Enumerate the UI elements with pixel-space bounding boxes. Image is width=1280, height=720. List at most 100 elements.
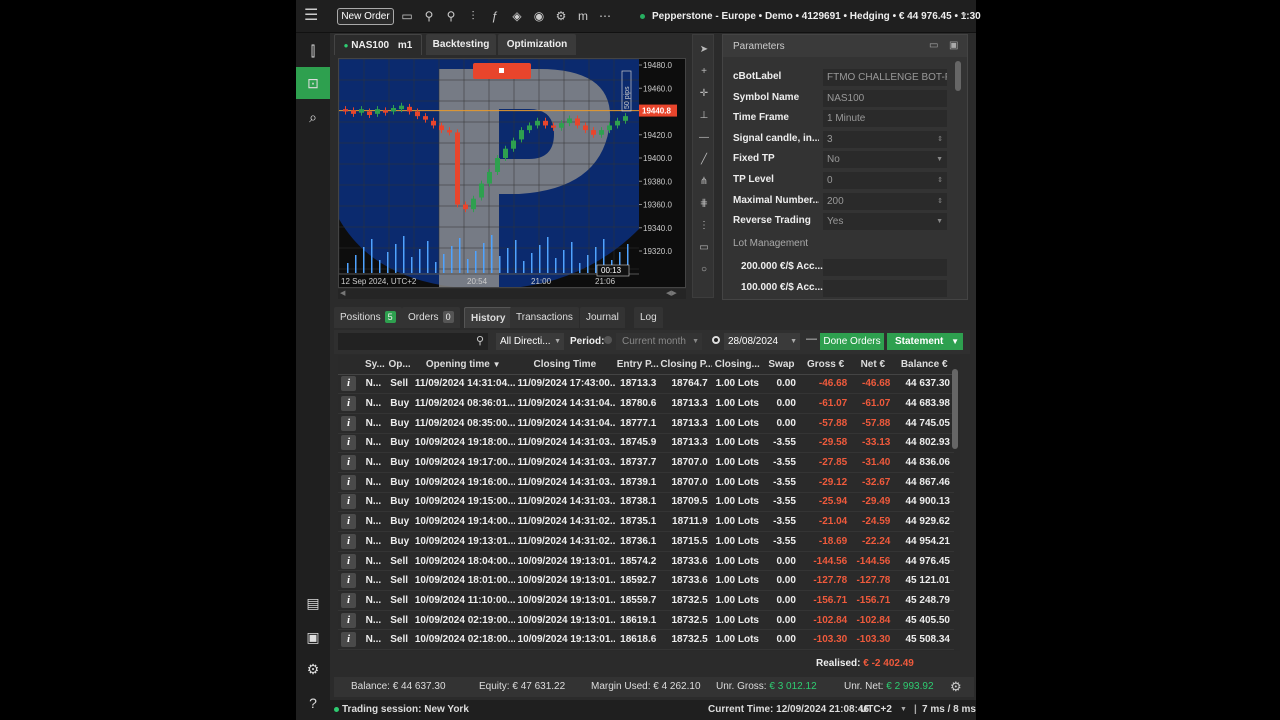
account-selector[interactable]: Pepperstone - Europe • Demo • 4129691 • … [652, 11, 981, 22]
info-icon[interactable]: i [341, 494, 356, 510]
column-header-balance[interactable]: Balance € [894, 355, 954, 375]
save-icon[interactable]: ▭ [929, 40, 938, 51]
table-scrollbar[interactable] [952, 369, 958, 449]
column-header-gross[interactable]: Gross € [799, 355, 852, 375]
statement-button[interactable]: Statement ▼ [887, 333, 963, 350]
direction-select[interactable]: All Directi... ▼ [496, 333, 564, 350]
info-icon[interactable]: i [341, 455, 356, 471]
table-row[interactable]: i N... Buy 10/09/2024 19:15:00... 11/09/2024… [338, 492, 954, 513]
column-header-symbol[interactable]: Sy... [362, 355, 388, 375]
params-scrollbar[interactable] [955, 61, 961, 91]
table-row[interactable]: i N... Buy 10/09/2024 19:14:00... 11/09/2024… [338, 511, 954, 532]
info-icon[interactable]: i [341, 632, 356, 648]
trend-line-icon[interactable]: ╱ [693, 151, 715, 169]
rectangle-icon[interactable]: ▭ [693, 239, 715, 257]
column-header-closing-time[interactable]: Closing Time [514, 355, 616, 375]
table-row[interactable]: i N... Buy 11/09/2024 08:36:01... 11/09/2024… [338, 393, 954, 414]
copy-icon[interactable]: ▤ [296, 587, 330, 619]
period-select[interactable]: Current month ▼ [616, 333, 702, 350]
chevron-down-icon[interactable]: ▼ [960, 11, 968, 20]
layers-icon[interactable]: ◈ [510, 9, 524, 23]
period-icon[interactable]: m [576, 9, 590, 23]
param-value-field[interactable]: 200 ⇕ [823, 192, 947, 210]
info-icon[interactable]: i [341, 573, 356, 589]
ellipse-icon[interactable]: ○ [693, 261, 715, 279]
info-icon[interactable]: i [341, 435, 356, 451]
chart-type-icon[interactable]: ⫶ [466, 9, 480, 23]
column-header-operation[interactable]: Op... [387, 355, 412, 375]
algo-robot-icon[interactable]: ⊡ [296, 67, 330, 99]
help-icon[interactable]: ? [296, 687, 330, 719]
info-icon[interactable]: i [341, 612, 356, 628]
search-input[interactable]: ⚲ [338, 333, 488, 350]
table-row[interactable]: i N... Buy 10/09/2024 19:17:00... 11/09/2024… [338, 452, 954, 473]
gear-icon[interactable]: ⚙ [950, 679, 962, 695]
param-value-field[interactable]: NAS100 [823, 89, 947, 107]
date-from-input[interactable]: 28/08/2024 ▼ [724, 333, 800, 350]
scroll-right-icon[interactable]: ◀▶ [666, 289, 677, 297]
trade-icon[interactable]: ⫿ [296, 35, 330, 67]
param-value-field[interactable]: Yes ▼ [823, 213, 947, 231]
price-chart[interactable]: 19480.0 19460.0 19420.0 19400.0 19380.0 19360… [338, 58, 686, 288]
param-value-field[interactable]: No ▼ [823, 151, 947, 169]
wallet-icon[interactable]: ▣ [296, 621, 330, 653]
table-row[interactable]: i N... Sell 10/09/2024 18:04:00... 10/09/202… [338, 551, 954, 572]
table-row[interactable]: i N... Buy 10/09/2024 19:18:00... 11/09/2024… [338, 433, 954, 454]
date-radio[interactable] [712, 336, 720, 344]
disk-icon[interactable]: ▣ [949, 40, 958, 51]
table-row[interactable]: i N... Sell 11/09/2024 14:31:04... 11/09/202… [338, 374, 954, 395]
param-value-field[interactable]: 3 ⇕ [823, 130, 947, 148]
table-row[interactable]: i N... Buy 10/09/2024 19:16:00... 11/09/2024… [338, 472, 954, 493]
lot-management-section[interactable]: Lot Management [733, 238, 808, 249]
info-icon[interactable]: i [341, 592, 356, 608]
tab-positions[interactable]: Positions 5 [334, 307, 402, 328]
settings-icon[interactable]: ⚙ [296, 653, 330, 685]
info-icon[interactable]: i [341, 376, 356, 392]
scroll-left-icon[interactable]: ◀ [340, 289, 345, 297]
info-icon[interactable]: i [341, 514, 356, 530]
eye-icon[interactable]: ◉ [532, 9, 546, 23]
table-row[interactable]: i N... Buy 11/09/2024 08:35:00... 11/09/2024… [338, 413, 954, 434]
tab-log[interactable]: Log [634, 307, 663, 328]
new-order-button[interactable]: New Order [337, 8, 394, 25]
grid-icon[interactable]: ⋮ [693, 217, 715, 235]
column-header-entry-price[interactable]: Entry P... [615, 355, 661, 375]
horizontal-line-icon[interactable]: — [693, 129, 715, 147]
column-header-closing-price[interactable]: Closing P... [660, 355, 712, 375]
crosshair-icon[interactable]: + [693, 63, 715, 81]
settings-chart-icon[interactable]: ⚙ [554, 9, 568, 23]
period-radio[interactable] [604, 336, 612, 344]
tab-journal[interactable]: Journal [580, 307, 625, 328]
param-value-field[interactable]: 0 ⇕ [823, 172, 947, 189]
table-row[interactable]: i N... Sell 10/09/2024 18:01:00... 10/09/202… [338, 570, 954, 592]
tab-chart[interactable]: ● NAS100 m1 [334, 34, 422, 55]
chart-scrollbar[interactable]: ◀ ◀▶ [338, 289, 686, 299]
column-header-swap[interactable]: Swap [762, 355, 800, 375]
layout-icon[interactable]: ▭ [400, 9, 414, 23]
table-row[interactable]: i N... Sell 10/09/2024 02:18:00... 10/09/202… [338, 629, 954, 651]
info-icon[interactable]: i [341, 474, 356, 490]
tab-transactions[interactable]: Transactions [510, 307, 579, 328]
info-icon[interactable]: i [341, 533, 356, 549]
table-row[interactable]: i N... Sell 10/09/2024 11:10:00... 10/09/202… [338, 590, 954, 611]
tab-backtesting[interactable]: Backtesting [426, 34, 496, 55]
table-row[interactable]: i N... Sell 10/09/2024 02:19:00... 10/09/202… [338, 610, 954, 631]
cursor-icon[interactable]: ➤ [693, 41, 715, 59]
more-icon[interactable]: ⋯ [598, 9, 612, 23]
zoom-out-icon[interactable]: ⚲ [444, 9, 458, 23]
info-icon[interactable]: i [341, 396, 356, 412]
column-header-net[interactable]: Net € [851, 355, 895, 375]
tab-history[interactable]: History [464, 307, 513, 328]
lot-param-field[interactable] [823, 280, 947, 297]
lot-param-field[interactable] [823, 259, 947, 276]
param-value-field[interactable]: 1 Minute [823, 110, 947, 128]
chevron-down-icon[interactable]: ▼ [900, 706, 907, 713]
measure-icon[interactable]: ⊥ [693, 107, 715, 125]
indicators-icon[interactable]: ƒ [488, 9, 502, 23]
tab-optimization[interactable]: Optimization [498, 34, 576, 55]
analyze-icon[interactable]: ⌕ [296, 101, 330, 133]
pitchfork-icon[interactable]: ⋔ [693, 173, 715, 191]
column-header-closing-volume[interactable]: Closing... [711, 355, 763, 375]
zoom-in-icon[interactable]: ⚲ [422, 9, 436, 23]
table-row[interactable]: i N... Buy 10/09/2024 19:13:01... 11/09/2024… [338, 531, 954, 552]
